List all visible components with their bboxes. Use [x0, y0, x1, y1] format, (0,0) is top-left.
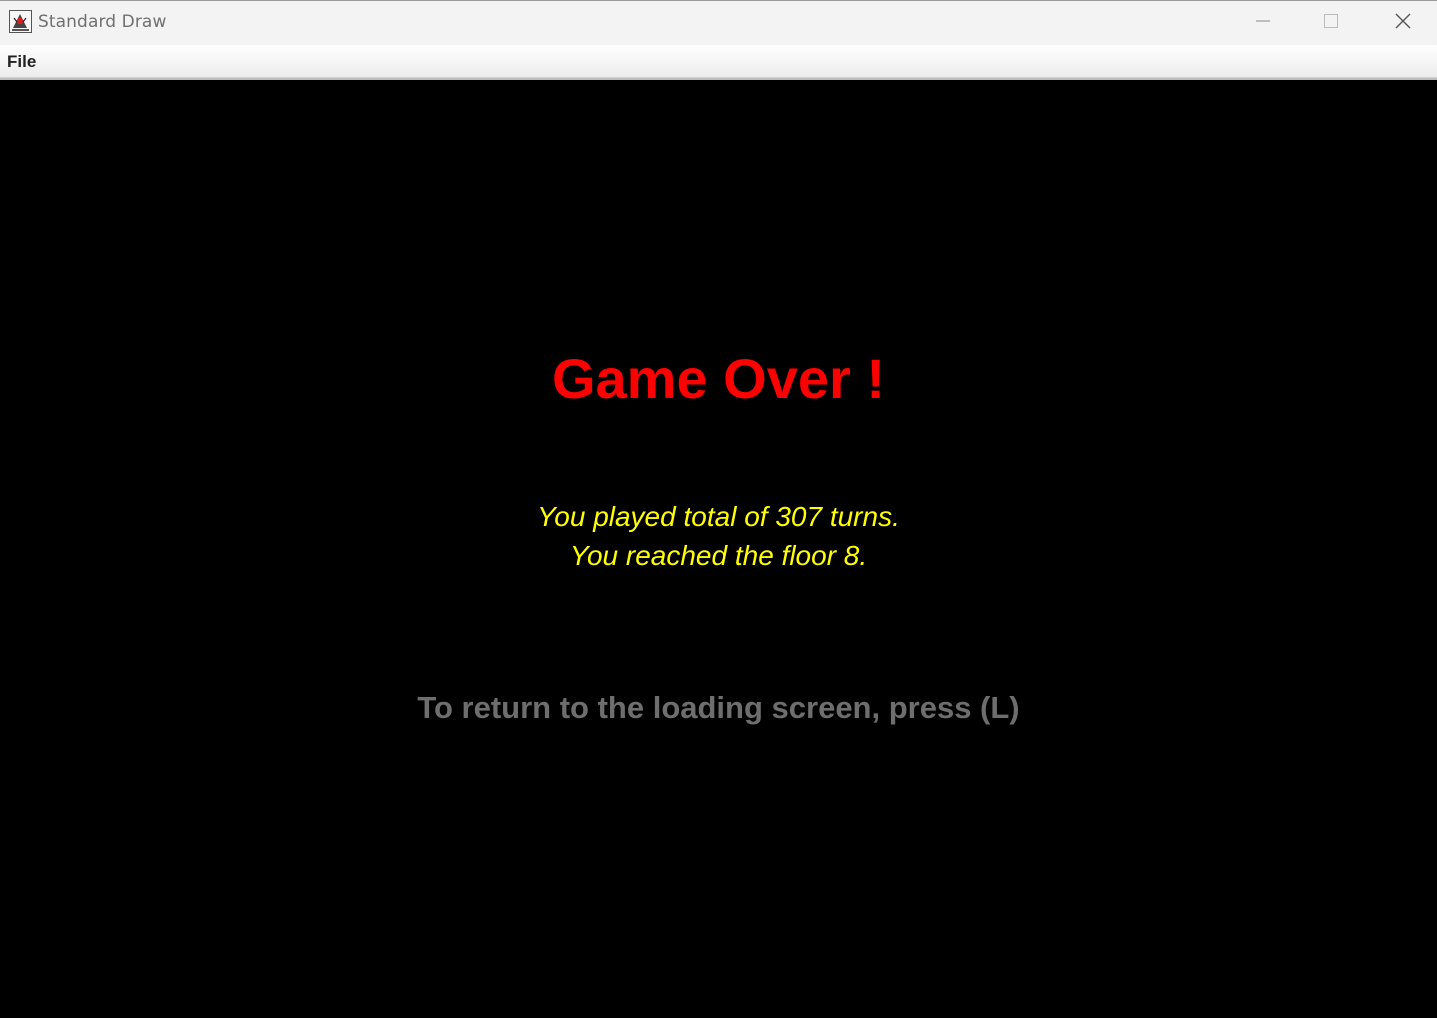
menu-file[interactable]: File — [7, 52, 36, 72]
java-duke-icon — [9, 10, 32, 33]
maximize-button[interactable] — [1297, 1, 1365, 45]
minimize-button[interactable] — [1229, 1, 1297, 45]
game-canvas[interactable]: Game Over ! You played total of 307 turn… — [0, 80, 1437, 1018]
menu-bar: File — [0, 45, 1437, 78]
game-over-heading: Game Over ! — [551, 347, 886, 410]
app-window: Standard Draw File Game Over ! You playe… — [0, 0, 1437, 1018]
maximize-icon — [1323, 13, 1339, 34]
floor-summary: You reached the floor 8. — [569, 540, 868, 571]
close-button[interactable] — [1369, 1, 1437, 45]
return-instruction: To return to the loading screen, press (… — [417, 690, 1020, 725]
minimize-icon — [1255, 13, 1271, 34]
title-bar[interactable]: Standard Draw — [0, 0, 1437, 45]
turns-summary: You played total of 307 turns. — [537, 501, 900, 532]
window-title: Standard Draw — [38, 12, 167, 32]
close-icon — [1394, 12, 1412, 35]
